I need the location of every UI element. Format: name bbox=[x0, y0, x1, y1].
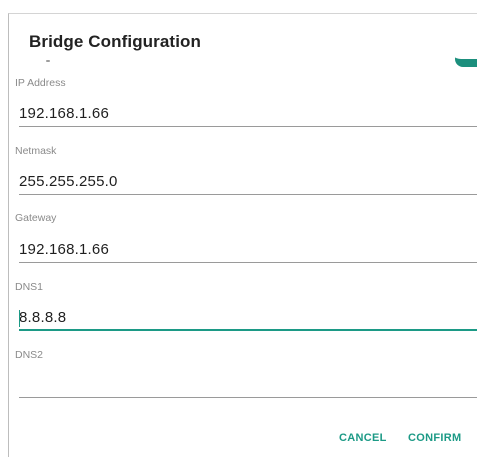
gateway-underline bbox=[19, 262, 477, 263]
toggle-clip bbox=[449, 47, 477, 59]
dns2-underline bbox=[19, 397, 477, 398]
dns1-input[interactable]: 8.8.8.8 bbox=[19, 309, 66, 326]
gateway-label: Gateway bbox=[15, 212, 57, 224]
bridge-configuration-dialog: Bridge Configuration IP Address 192.168.… bbox=[8, 13, 477, 457]
dns2-label: DNS2 bbox=[15, 349, 44, 361]
cancel-button[interactable]: CANCEL bbox=[339, 432, 387, 444]
netmask-label: Netmask bbox=[15, 145, 57, 157]
confirm-button[interactable]: CONFIRM bbox=[408, 432, 461, 444]
netmask-underline bbox=[19, 194, 477, 195]
gateway-input[interactable]: 192.168.1.66 bbox=[19, 241, 109, 258]
dns1-label: DNS1 bbox=[15, 281, 44, 293]
dialog-title: Bridge Configuration bbox=[29, 32, 201, 51]
ip-address-input[interactable]: 192.168.1.66 bbox=[19, 105, 109, 122]
ip-address-label: IP Address bbox=[15, 77, 66, 89]
ip-address-underline bbox=[19, 126, 477, 127]
title-underline-mark bbox=[46, 60, 50, 62]
dns1-underline-focused bbox=[19, 329, 477, 331]
netmask-input[interactable]: 255.255.255.0 bbox=[19, 173, 118, 190]
text-cursor bbox=[19, 310, 20, 327]
